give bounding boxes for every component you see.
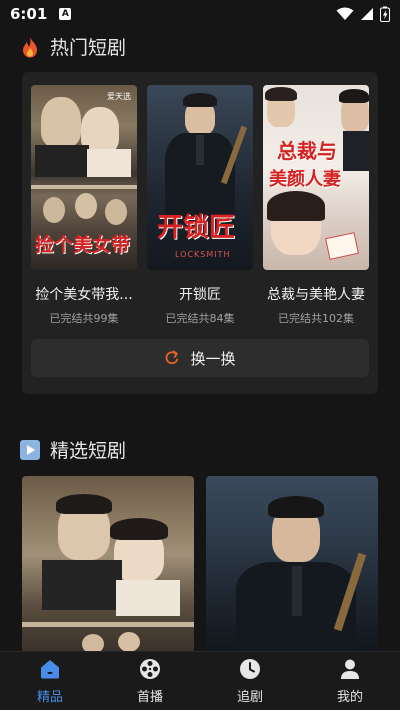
film-reel-icon xyxy=(140,658,160,679)
drama-title: 总裁与美艳人妻 xyxy=(267,287,365,303)
nav-label: 追剧 xyxy=(236,689,263,705)
status-icons xyxy=(336,6,390,22)
status-bar: 6:01 A xyxy=(0,0,400,28)
featured-poster[interactable] xyxy=(22,476,194,651)
bottom-navigation: 精品 首播 追剧 我的 xyxy=(0,651,400,710)
poster-subtext: LOCKSMITH xyxy=(175,250,231,259)
signal-icon xyxy=(361,8,373,20)
home-icon xyxy=(41,659,59,678)
drama-title: 开锁匠 xyxy=(179,287,221,303)
refresh-icon xyxy=(166,350,179,365)
nav-label: 精品 xyxy=(36,689,63,705)
battery-icon xyxy=(380,6,390,22)
notification-icon: A xyxy=(59,8,72,20)
featured-section-title: 精选短剧 xyxy=(50,440,127,462)
drama-card[interactable]: 捡个美女带 爱天选 捡个美女带我... 已完结共99集 xyxy=(31,85,137,326)
drama-title: 捡个美女带我... xyxy=(35,287,133,303)
drama-card[interactable]: 总裁与 美颜人妻 总裁与美艳人妻 已完结共102集 xyxy=(263,85,369,326)
drama-status: 已完结共102集 xyxy=(278,312,354,325)
nav-item-premiere[interactable]: 首播 xyxy=(100,652,200,710)
user-icon xyxy=(341,659,359,679)
nav-label: 我的 xyxy=(336,689,363,705)
drama-poster[interactable]: 捡个美女带 爱天选 xyxy=(31,85,137,270)
drama-card[interactable]: 开锁匠 LOCKSMITH 开锁匠 已完结共84集 xyxy=(147,85,253,326)
nav-item-home[interactable]: 精品 xyxy=(0,652,100,710)
status-time: 6:01 xyxy=(10,5,48,23)
featured-dramas-row xyxy=(22,476,382,651)
drama-status: 已完结共99集 xyxy=(49,312,119,325)
poster-title-text: 开锁匠 xyxy=(157,213,236,243)
poster-title-line1: 总裁与 xyxy=(277,139,337,163)
nav-item-profile[interactable]: 我的 xyxy=(300,652,400,710)
hot-dramas-panel: 捡个美女带 爱天选 捡个美女带我... 已完结共99集 开锁匠 LOCKSMIT… xyxy=(22,72,378,394)
drama-poster[interactable]: 总裁与 美颜人妻 xyxy=(263,85,369,270)
hot-section-header: 热门短剧 xyxy=(20,33,126,60)
clock-icon xyxy=(240,658,260,679)
poster-badge: 爱天选 xyxy=(107,92,131,101)
hot-section-title: 热门短剧 xyxy=(50,37,127,59)
nav-item-following[interactable]: 追剧 xyxy=(200,652,300,710)
nav-label: 首播 xyxy=(136,689,163,705)
featured-section-header: 精选短剧 xyxy=(20,436,126,463)
refresh-button[interactable]: 换一换 xyxy=(31,339,369,377)
refresh-label: 换一换 xyxy=(190,349,236,368)
wifi-icon xyxy=(336,7,354,20)
fire-icon xyxy=(23,36,37,57)
poster-title-text: 捡个美女带 xyxy=(35,234,131,256)
drama-poster[interactable]: 开锁匠 LOCKSMITH xyxy=(147,85,253,270)
play-icon xyxy=(20,439,40,460)
poster-title-line2: 美颜人妻 xyxy=(269,169,341,190)
featured-poster[interactable] xyxy=(206,476,378,651)
drama-status: 已完结共84集 xyxy=(165,312,235,325)
